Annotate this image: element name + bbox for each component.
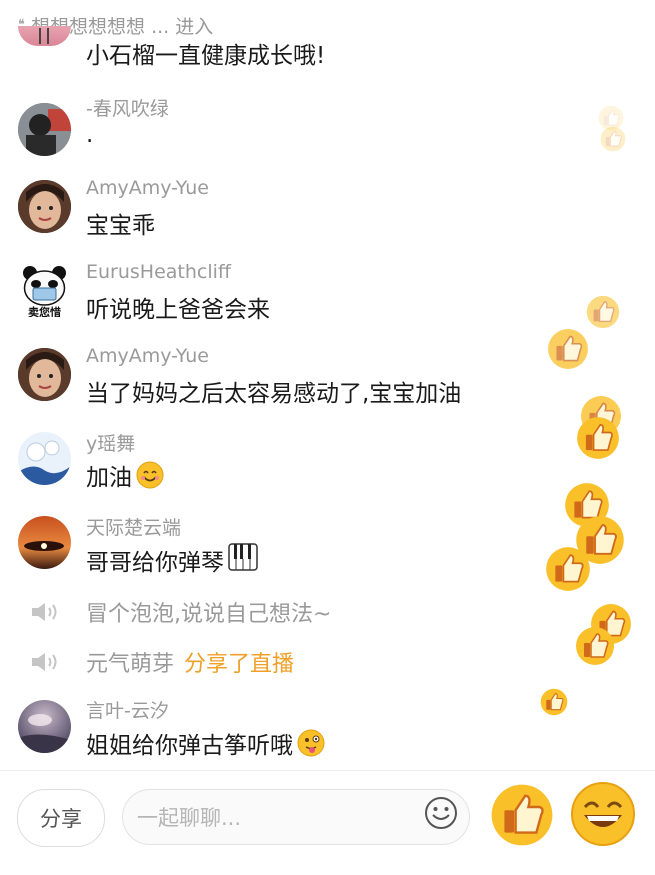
username[interactable]: 天际楚云端: [86, 513, 181, 540]
username[interactable]: AmyAmy-Yue: [86, 345, 209, 367]
system-message: 元气萌芽 分享了直播: [0, 640, 560, 684]
username[interactable]: y瑶舞: [86, 429, 135, 456]
chat-message: 卖您惜 EurusHeathcliff 听说晚上爸爸会来: [0, 258, 560, 342]
message-text-content: 哥哥给你弹琴: [86, 550, 224, 576]
avatar[interactable]: 卖您惜: [18, 264, 71, 317]
tongue-emoji-icon: [297, 729, 325, 757]
piano-emoji-icon: [228, 542, 258, 578]
share-button[interactable]: 分享: [17, 789, 105, 847]
username[interactable]: AmyAmy-Yue: [86, 177, 209, 199]
username[interactable]: 言叶-云汐: [86, 696, 169, 723]
username[interactable]: -春风吹绿: [86, 94, 169, 121]
message-text: 加油: [86, 458, 164, 492]
chat-message: AmyAmy-Yue 当了妈妈之后太容易感动了,宝宝加油: [0, 342, 560, 426]
message-text: 小石榴一直健康成长哦!: [86, 43, 326, 69]
laugh-emoji-button-icon[interactable]: [570, 781, 636, 847]
speaker-icon: [32, 603, 57, 621]
username[interactable]: EurusHeathcliff: [86, 261, 231, 283]
system-message-user[interactable]: 元气萌芽: [86, 652, 174, 677]
avatar-caption: 卖您惜: [28, 306, 61, 317]
speaker-icon: [32, 653, 57, 671]
comment-input-placeholder: 一起聊聊...: [137, 806, 242, 830]
emoji-picker-icon[interactable]: [424, 796, 458, 830]
avatar[interactable]: [18, 103, 71, 156]
message-text-content: 姐姐给你弹古筝听哦: [86, 733, 293, 759]
smile-emoji-icon: [136, 461, 164, 489]
system-message-text: 元气萌芽 分享了直播: [86, 646, 294, 678]
message-text: 宝宝乖: [86, 213, 155, 239]
message-text: 听说晚上爸爸会来: [86, 297, 270, 323]
message-text: 姐姐给你弹古筝听哦: [86, 726, 325, 760]
chat-feed[interactable]: ❛❛ 想想想想想想 ... 进入 小石榴一直健康成长哦! -春风吹绿 . Amy…: [0, 0, 655, 770]
chat-message: 天际楚云端 哥哥给你弹琴: [0, 510, 560, 594]
comment-input[interactable]: 一起聊聊...: [122, 789, 470, 845]
avatar[interactable]: [18, 516, 71, 569]
message-text: 当了妈妈之后太容易感动了,宝宝加油: [86, 381, 462, 407]
like-button-icon[interactable]: [490, 783, 554, 847]
bottom-bar: 分享 一起聊聊...: [0, 770, 655, 875]
chat-message: 小石榴一直健康成长哦!: [0, 6, 560, 90]
chat-message: -春风吹绿 .: [0, 90, 560, 174]
chat-message: y瑶舞 加油: [0, 426, 560, 510]
avatar[interactable]: [18, 348, 71, 401]
system-message-content: 冒个泡泡,说说自己想法~: [86, 602, 332, 627]
avatar[interactable]: [18, 700, 71, 753]
avatar[interactable]: [18, 432, 71, 485]
avatar[interactable]: [18, 26, 71, 46]
message-text-content: 加油: [86, 465, 132, 491]
message-text: 哥哥给你弹琴: [86, 542, 258, 578]
avatar[interactable]: [18, 180, 71, 233]
chat-message: 言叶-云汐 姐姐给你弹古筝听哦: [0, 692, 560, 776]
chat-message: AmyAmy-Yue 宝宝乖: [0, 174, 560, 258]
system-message-text: 冒个泡泡,说说自己想法~: [86, 596, 331, 628]
message-text: .: [86, 122, 94, 148]
system-message-action: 分享了直播: [184, 652, 295, 677]
system-message: 冒个泡泡,说说自己想法~: [0, 590, 560, 634]
